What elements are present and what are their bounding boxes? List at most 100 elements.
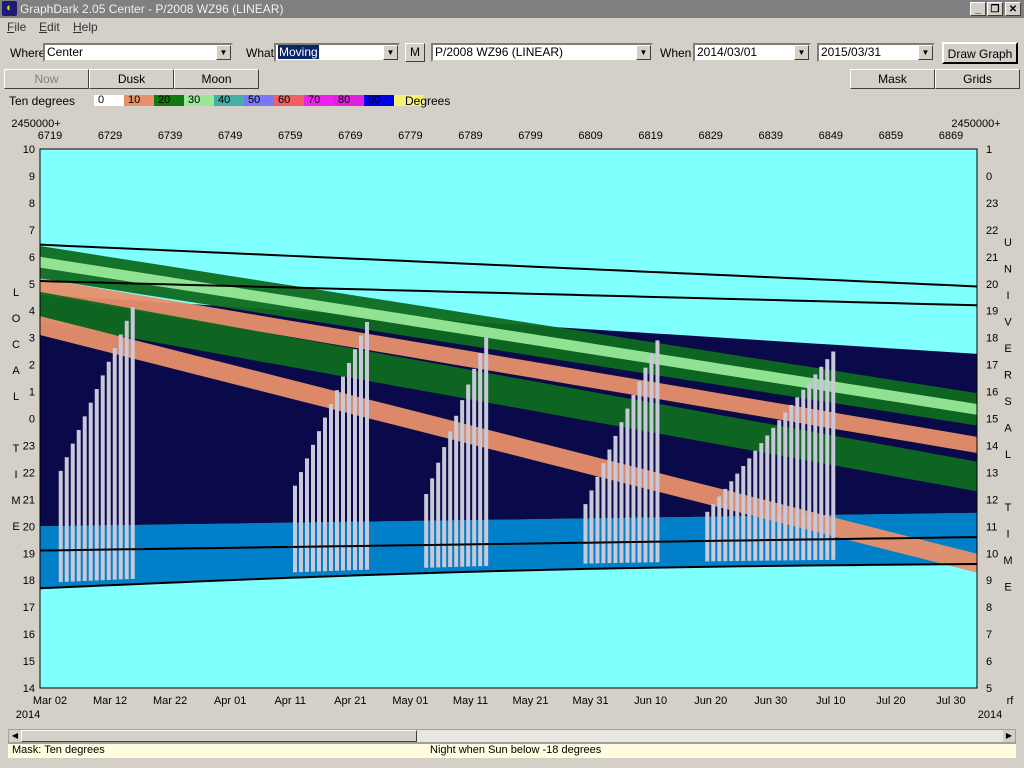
- menu-file[interactable]: File: [7, 20, 26, 34]
- right-hour-tick: 23: [986, 198, 998, 210]
- date-tick-label: rf: [1007, 695, 1015, 707]
- left-hour-tick: 14: [23, 683, 35, 695]
- moon-button[interactable]: Moon: [174, 69, 259, 89]
- moon-bar: [292, 485, 297, 573]
- moon-bar: [346, 362, 351, 571]
- scroll-thumb[interactable]: [21, 730, 417, 742]
- jd-tick-label: 6749: [218, 130, 242, 142]
- moon-bar: [70, 443, 75, 582]
- where-select[interactable]: Center ▼: [43, 43, 233, 62]
- left-hour-tick: 16: [23, 629, 35, 641]
- chevron-down-icon[interactable]: ▼: [383, 45, 398, 60]
- left-hour-tick: 17: [23, 602, 35, 614]
- moon-bar: [82, 416, 87, 582]
- right-hour-tick: 20: [986, 279, 998, 291]
- moon-bar: [643, 367, 648, 563]
- left-hour-tick: 19: [23, 548, 35, 560]
- status-bar: Mask: Ten degrees Night when Sun below -…: [8, 743, 1016, 758]
- date-tick-label: May 21: [512, 695, 548, 707]
- scroll-right-icon[interactable]: ▶: [1003, 730, 1015, 742]
- moon-bar: [76, 429, 81, 582]
- date-tick-label: May 31: [573, 695, 609, 707]
- chevron-down-icon[interactable]: ▼: [794, 45, 809, 60]
- moon-bar: [106, 361, 111, 580]
- date-tick-label: Apr 01: [214, 695, 246, 707]
- grids-button[interactable]: Grids: [935, 69, 1020, 89]
- right-hour-tick: 6: [986, 656, 992, 668]
- left-hour-tick: 3: [29, 333, 35, 345]
- moon-bar: [460, 400, 465, 567]
- moon-bar: [430, 478, 435, 568]
- left-hour-tick: 21: [23, 494, 35, 506]
- draw-graph-button[interactable]: Draw Graph: [942, 42, 1018, 64]
- now-button[interactable]: Now: [4, 69, 89, 89]
- moon-bar: [613, 435, 618, 563]
- moon-bar: [825, 359, 830, 560]
- right-axis-title-letter: R: [1004, 370, 1012, 382]
- what-label: What: [246, 46, 275, 60]
- moon-bar: [813, 374, 818, 561]
- restore-button[interactable]: ❐: [987, 2, 1003, 16]
- right-axis-title-letter: T: [1005, 502, 1012, 514]
- chevron-down-icon[interactable]: ▼: [918, 45, 933, 60]
- chevron-down-icon[interactable]: ▼: [636, 45, 651, 60]
- mask-button[interactable]: Mask: [850, 69, 935, 89]
- moon-bar: [322, 417, 327, 572]
- right-axis-title-letter: N: [1004, 264, 1012, 276]
- moon-bar: [831, 351, 836, 560]
- right-hour-tick: 15: [986, 414, 998, 426]
- date-tick-label: Mar 02: [33, 695, 67, 707]
- moon-bar: [478, 353, 483, 567]
- moon-bar: [304, 458, 309, 572]
- left-axis-title-letter: T: [13, 443, 20, 455]
- moon-bar: [442, 447, 447, 568]
- right-hour-tick: 5: [986, 683, 992, 695]
- menu-help[interactable]: Help: [73, 20, 98, 34]
- what-select[interactable]: Moving ▼: [274, 43, 400, 62]
- right-hour-tick: 10: [986, 548, 998, 560]
- right-hour-tick: 19: [986, 306, 998, 318]
- end-date-select[interactable]: 2015/03/31 ▼: [817, 43, 935, 62]
- left-hour-tick: 10: [23, 144, 35, 156]
- dusk-button[interactable]: Dusk: [89, 69, 174, 89]
- jd-tick-label: 6789: [458, 130, 482, 142]
- right-hour-tick: 7: [986, 629, 992, 641]
- moon-bar: [783, 412, 788, 561]
- menu-edit[interactable]: Edit: [39, 20, 60, 34]
- where-label: Where: [10, 46, 46, 60]
- moon-bar: [589, 490, 594, 564]
- close-button[interactable]: ✕: [1005, 2, 1021, 16]
- horizontal-scrollbar[interactable]: ◀ ▶: [8, 729, 1016, 743]
- m-button[interactable]: M: [405, 43, 425, 62]
- when-label: When: [660, 46, 692, 60]
- jd-tick-label: 6779: [398, 130, 422, 142]
- minimize-button[interactable]: _: [970, 2, 986, 16]
- moon-bar: [717, 496, 722, 562]
- left-hour-tick: 6: [29, 252, 35, 264]
- owl-icon[interactable]: ◐: [2, 1, 17, 16]
- right-hour-tick: 14: [986, 440, 998, 452]
- jd-tick-label: 6809: [578, 130, 602, 142]
- date-tick-label: May 01: [392, 695, 428, 707]
- moon-bar: [352, 349, 357, 571]
- moon-bar: [118, 334, 123, 580]
- darkness-chart: 2450000+ 2450000+6719 6729 6739 6749 6759 6769…: [11, 118, 1015, 721]
- legend-swatch-label: 70: [308, 94, 321, 106]
- chevron-down-icon[interactable]: ▼: [216, 45, 231, 60]
- start-date-select[interactable]: 2014/03/01 ▼: [693, 43, 811, 62]
- date-tick-label: Mar 22: [153, 695, 187, 707]
- object-select[interactable]: P/2008 WZ96 (LINEAR) ▼: [431, 43, 653, 62]
- moon-bar: [741, 466, 746, 561]
- left-hour-tick: 0: [29, 414, 35, 426]
- jd-tick-label: 6799: [518, 130, 542, 142]
- status-mask: Mask: Ten degrees: [12, 744, 105, 756]
- right-hour-tick: 22: [986, 225, 998, 237]
- left-axis-title-letter: E: [12, 521, 19, 533]
- moon-bar: [88, 402, 93, 581]
- moon-bar: [466, 384, 471, 567]
- moon-bar: [711, 504, 716, 562]
- moon-bar: [765, 435, 770, 561]
- year-label-right: 2014: [978, 709, 1002, 721]
- scroll-left-icon[interactable]: ◀: [9, 730, 21, 742]
- legend-unit: Degrees: [405, 94, 451, 108]
